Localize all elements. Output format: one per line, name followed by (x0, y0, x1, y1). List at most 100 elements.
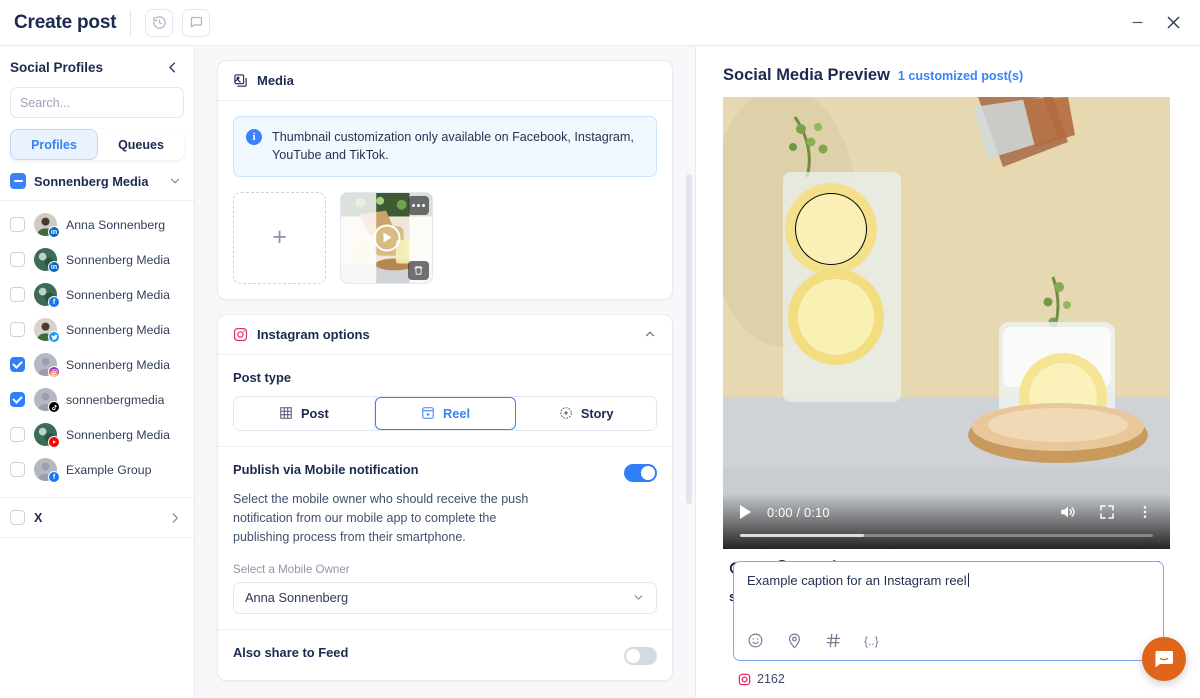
create-post-window: Create post Social Profiles (0, 0, 1200, 698)
post-type-post[interactable]: Post (234, 397, 375, 430)
video-menu-button[interactable] (1137, 504, 1153, 520)
caption-editor[interactable]: Example caption for an Instagram reel {.… (733, 561, 1164, 661)
intercom-launcher[interactable] (1142, 637, 1186, 681)
profile-checkbox[interactable] (10, 322, 25, 337)
minimize-icon (1129, 14, 1146, 31)
comment-icon (189, 15, 204, 30)
avatar (34, 388, 57, 411)
also-share-toggle[interactable] (624, 647, 657, 665)
group-checkbox[interactable] (10, 173, 26, 189)
profile-checkbox[interactable] (10, 427, 25, 442)
comments-button[interactable] (182, 9, 210, 37)
video-volume-button[interactable] (1059, 503, 1077, 521)
instagram-card-collapse-button[interactable] (643, 327, 657, 341)
media-delete-button[interactable] (408, 261, 429, 280)
close-button[interactable] (1160, 10, 1186, 36)
caption-text[interactable]: Example caption for an Instagram reel (734, 562, 1163, 588)
window-controls (1124, 10, 1186, 36)
profile-group-header[interactable]: Sonnenberg Media (0, 160, 194, 201)
play-triangle (384, 233, 392, 243)
profile-name: Sonnenberg Media (66, 253, 170, 267)
media-more-options-button[interactable] (408, 196, 429, 215)
variable-button[interactable]: {..} (864, 634, 879, 648)
more-options-icon (412, 204, 426, 207)
indeterminate-mark (14, 180, 23, 182)
reel-icon (421, 406, 435, 420)
profile-checkbox[interactable] (10, 287, 25, 302)
video-player[interactable]: 0:00 / 0:10 (723, 97, 1170, 549)
list-item[interactable]: Sonnenberg Media (0, 312, 194, 347)
avatar (34, 353, 57, 376)
mobile-owner-value: Anna Sonnenberg (245, 590, 632, 605)
list-item[interactable]: sonnenbergmedia (0, 382, 194, 417)
history-icon (152, 15, 167, 30)
search-box[interactable] (10, 87, 184, 118)
history-button[interactable] (145, 9, 173, 37)
media-card-header: Media (218, 61, 672, 101)
media-thumbnail[interactable] (340, 192, 433, 284)
post-type-story-label: Story (581, 406, 614, 421)
emoji-button[interactable] (747, 632, 764, 649)
fullscreen-icon (1099, 504, 1115, 520)
sidebar-item-x-group[interactable]: X (0, 497, 194, 538)
editor-scrollbar[interactable] (686, 174, 692, 504)
volume-icon (1059, 503, 1077, 521)
tab-queues[interactable]: Queues (98, 129, 184, 160)
video-fullscreen-button[interactable] (1099, 504, 1115, 520)
list-item[interactable]: f Sonnenberg Media (0, 277, 194, 312)
location-button[interactable] (786, 632, 803, 649)
kebab-menu-icon (1137, 504, 1153, 520)
avatar: in (34, 213, 57, 236)
trash-icon (413, 265, 424, 276)
list-item[interactable]: f Example Group (0, 452, 194, 487)
x-group-checkbox[interactable] (10, 510, 25, 525)
list-item[interactable]: Sonnenberg Media (0, 347, 194, 382)
hashtag-button[interactable] (825, 632, 842, 649)
profile-checkbox[interactable] (10, 357, 25, 372)
list-item[interactable]: in Sonnenberg Media (0, 242, 194, 277)
avatar (34, 318, 57, 341)
minimize-button[interactable] (1124, 10, 1150, 36)
customized-posts-link[interactable]: 1 customized post(s) (898, 69, 1023, 83)
chevron-right-icon (168, 511, 182, 525)
profile-name: sonnenbergmedia (66, 393, 164, 407)
search-input[interactable] (20, 96, 181, 110)
post-type-reel[interactable]: Reel (375, 397, 517, 430)
info-icon: i (246, 129, 262, 145)
media-card: Media i Thumbnail customization only ava… (217, 60, 673, 300)
profile-checkbox[interactable] (10, 462, 25, 477)
video-progress-bar[interactable] (740, 534, 1153, 537)
chevron-down-icon (168, 174, 182, 188)
mobile-notification-toggle[interactable] (624, 464, 657, 482)
profile-checkbox[interactable] (10, 217, 25, 232)
linkedin-badge-icon: in (48, 261, 60, 273)
profile-name: Anna Sonnenberg (66, 218, 165, 232)
post-type-story[interactable]: Story (516, 397, 656, 430)
sidebar-collapse-button[interactable] (165, 60, 180, 75)
video-play-button[interactable] (740, 505, 751, 519)
add-media-button[interactable]: + (233, 192, 326, 284)
post-type-selector: Post Reel Story (233, 396, 657, 431)
group-expand-button[interactable] (168, 174, 182, 188)
facebook-badge-icon: f (48, 296, 60, 308)
video-controls-row: 0:00 / 0:10 (723, 503, 1170, 521)
tab-profiles[interactable]: Profiles (10, 129, 98, 160)
instagram-card-header[interactable]: Instagram options (218, 315, 672, 355)
window-titlebar: Create post (0, 0, 1200, 46)
tiktok-badge-icon (48, 401, 60, 413)
mobile-owner-select[interactable]: Anna Sonnenberg (233, 582, 657, 614)
instagram-icon (233, 327, 248, 342)
list-item[interactable]: Sonnenberg Media (0, 417, 194, 452)
list-item[interactable]: in Anna Sonnenberg (0, 207, 194, 242)
x-group-name: X (34, 511, 159, 525)
twitter-badge-icon (48, 331, 60, 343)
profile-checkbox[interactable] (10, 252, 25, 267)
titlebar-divider (130, 10, 131, 36)
hashtag-icon (825, 632, 842, 649)
x-group-expand-button[interactable] (168, 511, 182, 525)
profile-list: in Anna Sonnenberg in Sonnenberg Media (0, 201, 194, 487)
close-icon (1164, 13, 1183, 32)
avatar: f (34, 283, 57, 306)
play-icon[interactable] (373, 224, 400, 251)
profile-checkbox[interactable] (10, 392, 25, 407)
